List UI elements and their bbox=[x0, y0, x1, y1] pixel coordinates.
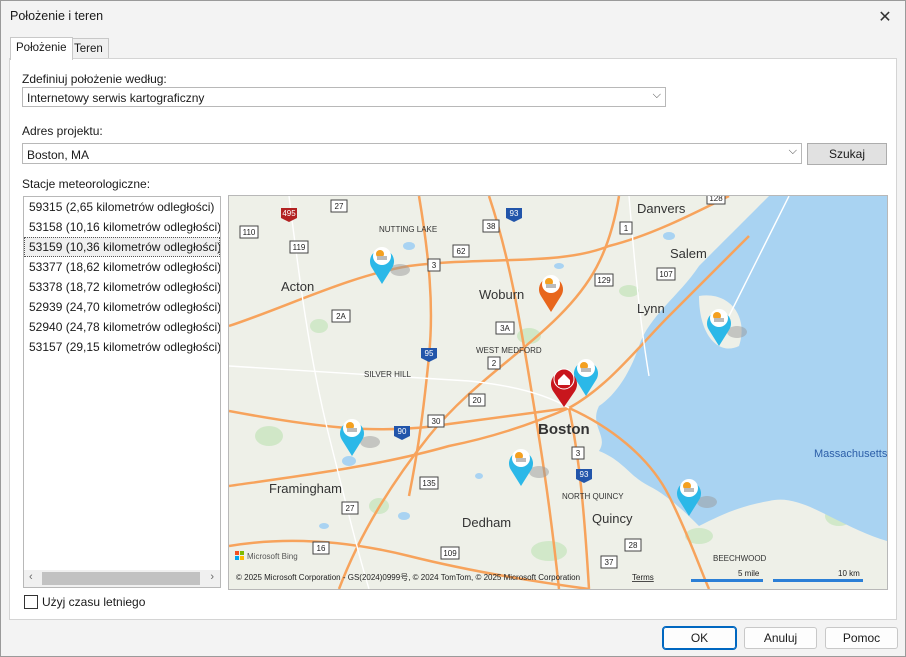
chevron-down-icon: ⌵ bbox=[788, 145, 797, 157]
title-bar: Położenie i teren ✕ bbox=[1, 1, 905, 33]
daylight-saving-checkbox[interactable] bbox=[24, 595, 38, 609]
map-canvas[interactable]: 495 27 110 119 93 38 62 3 1 128 129 107 … bbox=[229, 196, 887, 589]
list-item[interactable]: 53378 (18,72 kilometrów odległości) bbox=[24, 277, 220, 297]
help-button[interactable]: Pomoc bbox=[825, 627, 898, 649]
place-label: Woburn bbox=[479, 287, 524, 302]
daylight-saving-label: Użyj czasu letniego bbox=[42, 595, 146, 609]
place-label: Massachusetts bbox=[814, 448, 887, 460]
place-label: Framingham bbox=[269, 481, 342, 496]
scale-miles-label: 5 mile bbox=[738, 569, 760, 578]
window-title: Położenie i teren bbox=[10, 9, 104, 23]
svg-text:128: 128 bbox=[709, 196, 723, 203]
svg-text:3: 3 bbox=[432, 261, 437, 270]
svg-text:109: 109 bbox=[443, 549, 457, 558]
svg-text:3: 3 bbox=[576, 449, 581, 458]
place-label: NUTTING LAKE bbox=[379, 225, 437, 234]
terms-link: Terms bbox=[632, 573, 654, 582]
svg-text:28: 28 bbox=[629, 541, 638, 550]
address-combobox[interactable]: Boston, MA ⌵ bbox=[22, 143, 802, 164]
svg-text:129: 129 bbox=[597, 276, 611, 285]
svg-text:1: 1 bbox=[624, 224, 629, 233]
place-label: Quincy bbox=[592, 511, 633, 526]
list-item[interactable]: 53158 (10,16 kilometrów odległości) bbox=[24, 217, 220, 237]
svg-text:27: 27 bbox=[346, 504, 355, 513]
tab-terrain[interactable]: Teren bbox=[68, 38, 109, 59]
list-item[interactable]: 53377 (18,62 kilometrów odległości) bbox=[24, 257, 220, 277]
map-attribution: © 2025 Microsoft Corporation - GS(2024)0… bbox=[236, 573, 580, 582]
svg-text:95: 95 bbox=[425, 349, 434, 358]
svg-text:62: 62 bbox=[457, 247, 466, 256]
address-label: Adres projektu: bbox=[22, 124, 103, 138]
scroll-left-icon[interactable]: ‹ bbox=[29, 571, 33, 583]
svg-text:20: 20 bbox=[473, 396, 482, 405]
scroll-right-icon[interactable]: › bbox=[210, 571, 214, 583]
svg-text:93: 93 bbox=[510, 209, 519, 218]
list-item[interactable]: 53157 (29,15 kilometrów odległości) bbox=[24, 337, 220, 357]
place-label: Lynn bbox=[637, 301, 665, 316]
svg-text:119: 119 bbox=[293, 243, 306, 252]
svg-text:30: 30 bbox=[432, 417, 441, 426]
svg-text:Microsoft Bing: Microsoft Bing bbox=[247, 552, 298, 561]
location-mode-value: Internetowy serwis kartograficzny bbox=[27, 91, 205, 105]
location-mode-select[interactable]: Internetowy serwis kartograficzny ⌵ bbox=[22, 87, 666, 107]
scale-km-label: 10 km bbox=[838, 569, 860, 578]
list-item[interactable]: 52940 (24,78 kilometrów odległości) bbox=[24, 317, 220, 337]
svg-text:110: 110 bbox=[243, 228, 256, 237]
map-view[interactable]: 495 27 110 119 93 38 62 3 1 128 129 107 … bbox=[228, 195, 888, 590]
location-mode-label: Zdefiniuj położenie według: bbox=[22, 72, 167, 86]
svg-text:3A: 3A bbox=[500, 324, 510, 333]
search-button[interactable]: Szukaj bbox=[807, 143, 887, 165]
tab-location[interactable]: Położenie bbox=[10, 37, 73, 60]
stations-label: Stacje meteorologiczne: bbox=[22, 177, 151, 191]
svg-text:93: 93 bbox=[580, 470, 589, 479]
svg-text:135: 135 bbox=[422, 479, 436, 488]
svg-text:2A: 2A bbox=[336, 312, 346, 321]
svg-text:16: 16 bbox=[317, 544, 326, 553]
place-label: BEECHWOOD bbox=[713, 554, 767, 563]
address-value: Boston, MA bbox=[27, 148, 90, 162]
place-label: Boston bbox=[538, 421, 590, 438]
list-item-selected[interactable]: 53159 (10,36 kilometrów odległości) bbox=[24, 237, 220, 257]
svg-text:27: 27 bbox=[335, 202, 344, 211]
cancel-button[interactable]: Anuluj bbox=[744, 627, 817, 649]
close-icon: ✕ bbox=[878, 9, 892, 26]
place-label: WEST MEDFORD bbox=[476, 346, 542, 355]
svg-text:90: 90 bbox=[398, 427, 407, 436]
close-button[interactable]: ✕ bbox=[865, 1, 905, 33]
place-label: Salem bbox=[670, 246, 707, 261]
place-label: NORTH QUINCY bbox=[562, 492, 624, 501]
list-item[interactable]: 59315 (2,65 kilometrów odległości) bbox=[24, 197, 220, 217]
horizontal-scrollbar[interactable]: ‹ › bbox=[24, 570, 220, 587]
svg-text:37: 37 bbox=[605, 558, 614, 567]
svg-text:495: 495 bbox=[282, 209, 296, 218]
svg-text:107: 107 bbox=[659, 270, 673, 279]
place-label: Dedham bbox=[462, 515, 511, 530]
chevron-down-icon: ⌵ bbox=[652, 89, 661, 101]
list-item[interactable]: 52939 (24,70 kilometrów odległości) bbox=[24, 297, 220, 317]
svg-text:38: 38 bbox=[487, 222, 496, 231]
place-label: SILVER HILL bbox=[364, 370, 412, 379]
stations-list[interactable]: 59315 (2,65 kilometrów odległości) 53158… bbox=[23, 196, 221, 588]
ok-button[interactable]: OK bbox=[662, 626, 737, 650]
place-label: Acton bbox=[281, 279, 314, 294]
scrollbar-thumb[interactable] bbox=[42, 572, 200, 585]
svg-text:2: 2 bbox=[492, 359, 497, 368]
place-label: Danvers bbox=[637, 201, 686, 216]
